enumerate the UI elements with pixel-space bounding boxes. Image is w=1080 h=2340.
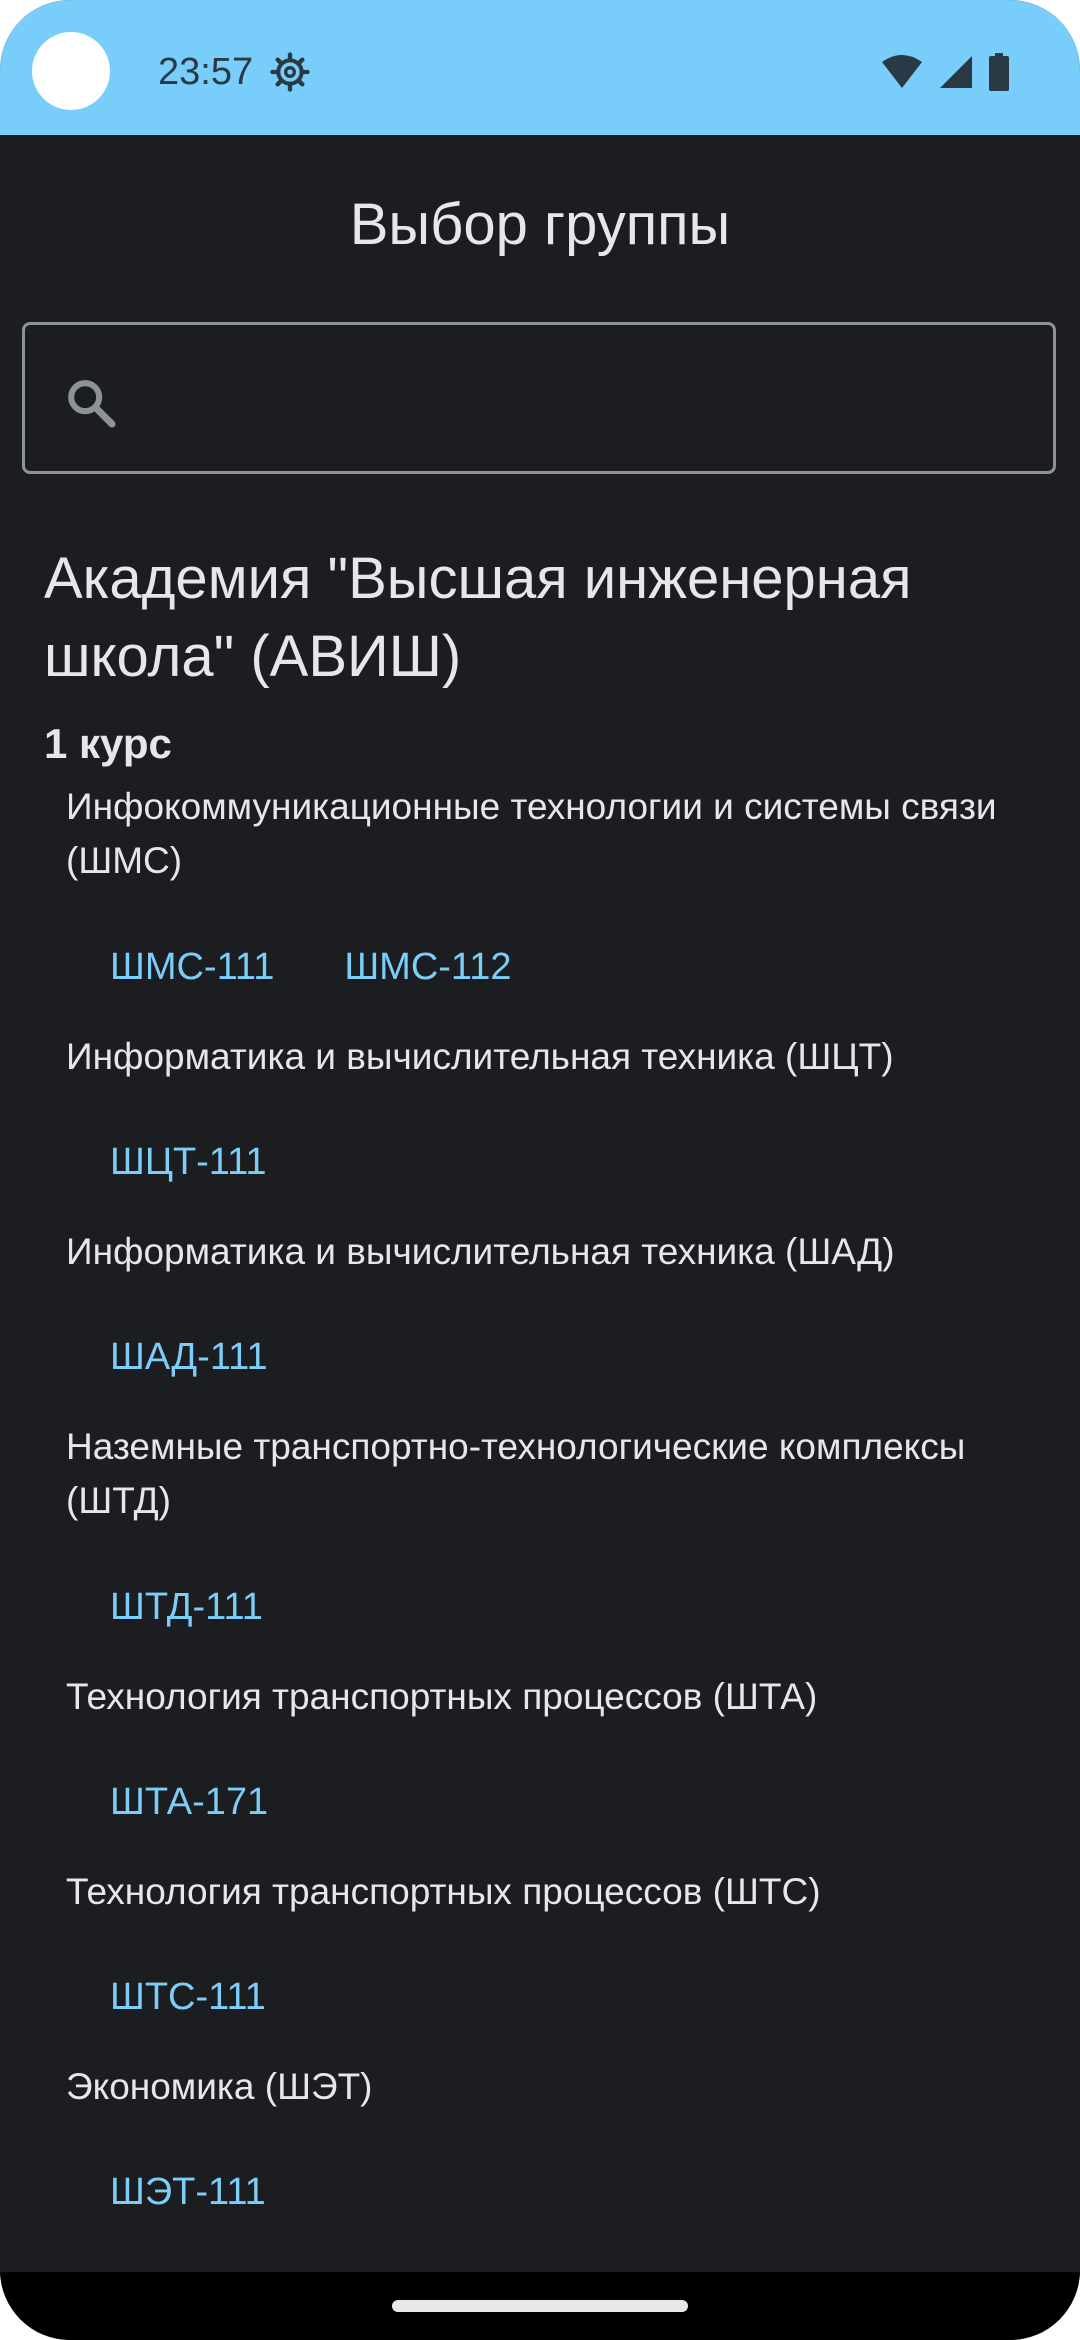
search-input[interactable] [145, 355, 1029, 447]
group-link[interactable]: ШМС-112 [344, 940, 511, 994]
group-links: ШТС-111 [110, 1970, 266, 2024]
specialty-title: Наземные транспортно-технологические ком… [66, 1426, 966, 1521]
status-bar: 23:57 [0, 0, 1080, 135]
group-link[interactable]: ШТА-171 [110, 1775, 268, 1829]
group-links: ШАД-111 [110, 1330, 268, 1384]
group-links: ШМС-111 ШМС-112 [110, 940, 512, 994]
group-link[interactable]: ШМС-111 [110, 940, 274, 994]
group-link[interactable]: ШАД-111 [110, 1330, 268, 1384]
system-icons [880, 52, 1010, 92]
camera-cutout [32, 32, 110, 110]
group-link[interactable]: ШЦТ-111 [110, 1135, 267, 1189]
group-link[interactable]: ШТС-111 [110, 1970, 266, 2024]
institute-title: Академия "Высшая инженерная школа" (АВИШ… [44, 546, 912, 689]
battery-icon [989, 53, 1009, 91]
phone-screen: 23:57 Выбор группы Академия "Высшая инже… [0, 0, 1080, 2340]
specialty-title: Информатика и вычислительная техника (ШЦ… [66, 1036, 894, 1077]
group-link[interactable]: ШЭТ-111 [110, 2165, 266, 2219]
course-title: 1 курс [44, 720, 172, 767]
specialty-title: Инфокоммуникационные технологии и систем… [66, 786, 997, 881]
group-links: ШТД-111 [110, 1580, 263, 1634]
specialty-title: Экономика (ШЭТ) [66, 2066, 373, 2107]
home-indicator[interactable] [392, 2300, 688, 2312]
group-links: ШЭТ-111 [110, 2165, 266, 2219]
page-title: Выбор группы [349, 192, 731, 257]
status-time: 23:57 [158, 51, 254, 93]
settings-gear-icon [270, 52, 310, 92]
specialty-title: Информатика и вычислительная техника (ША… [66, 1231, 895, 1272]
specialty-title: Технология транспортных процессов (ШТС) [66, 1871, 821, 1912]
group-links: ШТА-171 [110, 1775, 268, 1829]
search-icon [68, 380, 116, 428]
group-link[interactable]: ШТД-111 [110, 1580, 263, 1634]
search-field[interactable] [22, 322, 1056, 474]
wifi-icon [882, 55, 922, 88]
group-links: ШЦТ-111 [110, 1135, 267, 1189]
signal-icon [940, 56, 972, 88]
specialty-title: Технология транспортных процессов (ШТА) [66, 1676, 818, 1717]
